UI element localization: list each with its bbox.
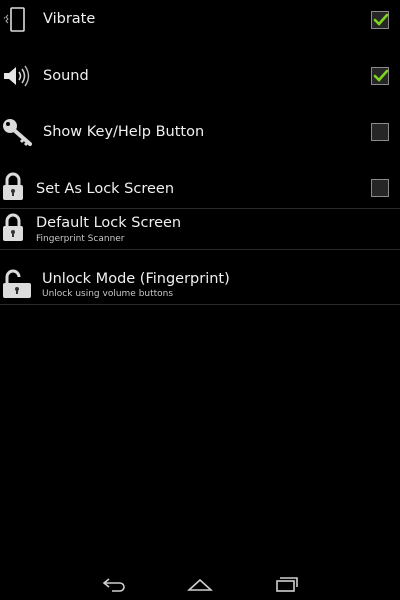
setting-lock-screen-label: Set As Lock Screen	[36, 181, 175, 197]
back-icon[interactable]	[102, 576, 128, 596]
speaker-icon	[2, 65, 32, 91]
checkmark-icon	[373, 69, 389, 82]
lock-icon	[1, 213, 25, 247]
setting-default-lock[interactable]: Default Lock Screen Fingerprint Scanner	[0, 209, 400, 249]
setting-vibrate-label: Vibrate	[43, 11, 96, 27]
lock-icon	[1, 172, 25, 206]
unlock-icon	[1, 268, 35, 304]
home-icon[interactable]	[186, 576, 214, 596]
setting-show-key[interactable]: Show Key/Help Button	[0, 112, 400, 152]
lock-screen-checkbox[interactable]	[371, 179, 389, 197]
setting-default-lock-summary: Fingerprint Scanner	[36, 234, 125, 244]
setting-unlock-mode-label: Unlock Mode (Fingerprint)	[42, 271, 230, 287]
setting-show-key-label: Show Key/Help Button	[43, 124, 205, 140]
key-icon	[1, 117, 35, 153]
setting-vibrate[interactable]: Vibrate	[0, 0, 400, 40]
navigation-bar	[0, 570, 400, 600]
setting-unlock-mode[interactable]: Unlock Mode (Fingerprint) Unlock using v…	[0, 262, 400, 304]
divider	[0, 304, 400, 305]
setting-default-lock-label: Default Lock Screen	[36, 215, 182, 231]
recents-icon[interactable]	[273, 576, 299, 596]
setting-sound-label: Sound	[43, 68, 89, 84]
vibrate-checkbox[interactable]	[371, 11, 389, 29]
divider	[0, 249, 400, 250]
setting-unlock-mode-summary: Unlock using volume buttons	[42, 289, 174, 299]
show-key-checkbox[interactable]	[371, 123, 389, 141]
checkmark-icon	[373, 13, 389, 26]
setting-lock-screen[interactable]: Set As Lock Screen	[0, 168, 400, 208]
setting-sound[interactable]: Sound	[0, 56, 400, 96]
phone-vibrate-icon	[3, 6, 29, 38]
sound-checkbox[interactable]	[371, 67, 389, 85]
